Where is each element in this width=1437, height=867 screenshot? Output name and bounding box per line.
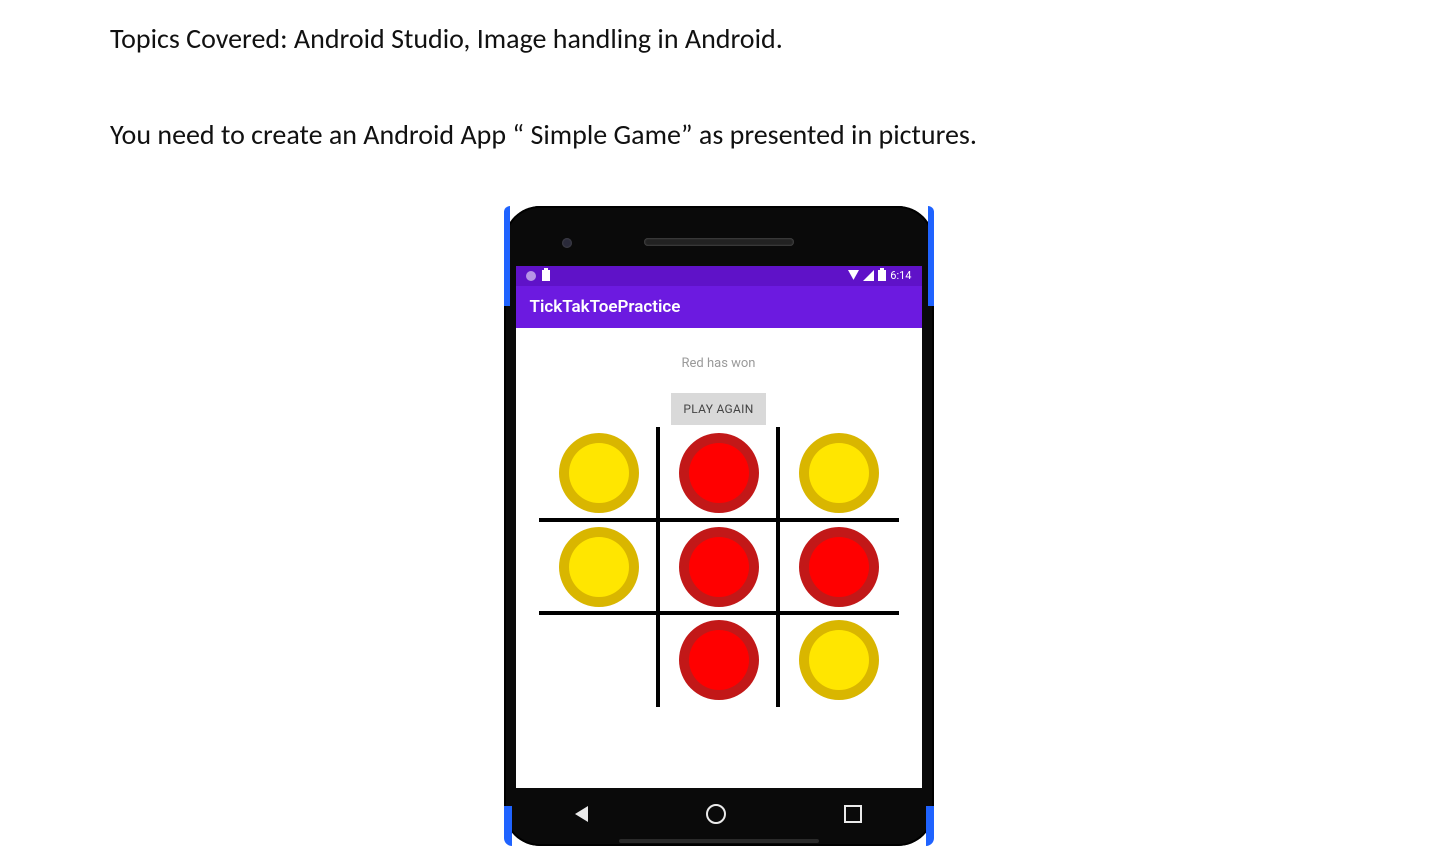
status-left-icons <box>526 270 550 281</box>
red-coin-icon <box>676 524 762 610</box>
wifi-icon <box>848 270 859 281</box>
app-title: TickTakToePractice <box>530 297 681 317</box>
earpiece-icon <box>644 238 794 246</box>
red-coin-icon <box>676 430 762 516</box>
camera-icon <box>562 238 572 248</box>
signal-icon <box>863 270 874 281</box>
board-cell-5[interactable] <box>779 520 899 613</box>
board-cell-3[interactable] <box>539 520 659 613</box>
board-cell-7[interactable] <box>659 613 779 706</box>
status-dot-icon <box>526 271 536 281</box>
board-line <box>776 427 780 707</box>
battery-icon <box>878 270 886 281</box>
board-line <box>656 427 660 707</box>
nav-recent-icon[interactable] <box>844 805 862 823</box>
nav-back-icon[interactable] <box>575 806 588 822</box>
red-coin-icon <box>676 617 762 703</box>
board-cell-1[interactable] <box>659 427 779 520</box>
action-bar: TickTakToePractice <box>516 286 922 328</box>
frame-accent <box>504 206 510 306</box>
phone-frame: 6:14 TickTakToePractice Red has won PLAY… <box>504 206 934 846</box>
status-bar: 6:14 <box>516 266 922 286</box>
phone-figure: 6:14 TickTakToePractice Red has won PLAY… <box>110 206 1327 846</box>
phone-screen: 6:14 TickTakToePractice Red has won PLAY… <box>516 266 922 788</box>
status-time: 6:14 <box>890 269 911 282</box>
yellow-coin-icon <box>796 430 882 516</box>
board-line <box>539 518 899 522</box>
game-board <box>539 427 899 707</box>
board-cell-6[interactable] <box>539 613 659 706</box>
red-coin-icon <box>796 524 882 610</box>
board-cell-8[interactable] <box>779 613 899 706</box>
document-page: Topics Covered: Android Studio, Image ha… <box>0 0 1437 846</box>
board-cell-0[interactable] <box>539 427 659 520</box>
board-cell-4[interactable] <box>659 520 779 613</box>
app-body: Red has won PLAY AGAIN <box>516 328 922 788</box>
nav-home-icon[interactable] <box>706 804 726 824</box>
frame-accent <box>504 806 512 846</box>
status-battery-small-icon <box>542 270 550 281</box>
frame-accent <box>928 206 934 306</box>
android-nav-bar <box>516 796 922 832</box>
board-cell-2[interactable] <box>779 427 899 520</box>
status-right: 6:14 <box>848 269 911 282</box>
bottom-speaker <box>619 839 819 843</box>
yellow-coin-icon <box>556 524 642 610</box>
topics-covered-line: Topics Covered: Android Studio, Image ha… <box>110 20 1327 58</box>
game-result-text: Red has won <box>682 356 756 371</box>
assignment-instruction: You need to create an Android App “ Simp… <box>110 116 1327 154</box>
yellow-coin-icon <box>796 617 882 703</box>
yellow-coin-icon <box>556 430 642 516</box>
play-again-button[interactable]: PLAY AGAIN <box>671 393 765 425</box>
frame-accent <box>926 806 934 846</box>
board-line <box>539 611 899 615</box>
